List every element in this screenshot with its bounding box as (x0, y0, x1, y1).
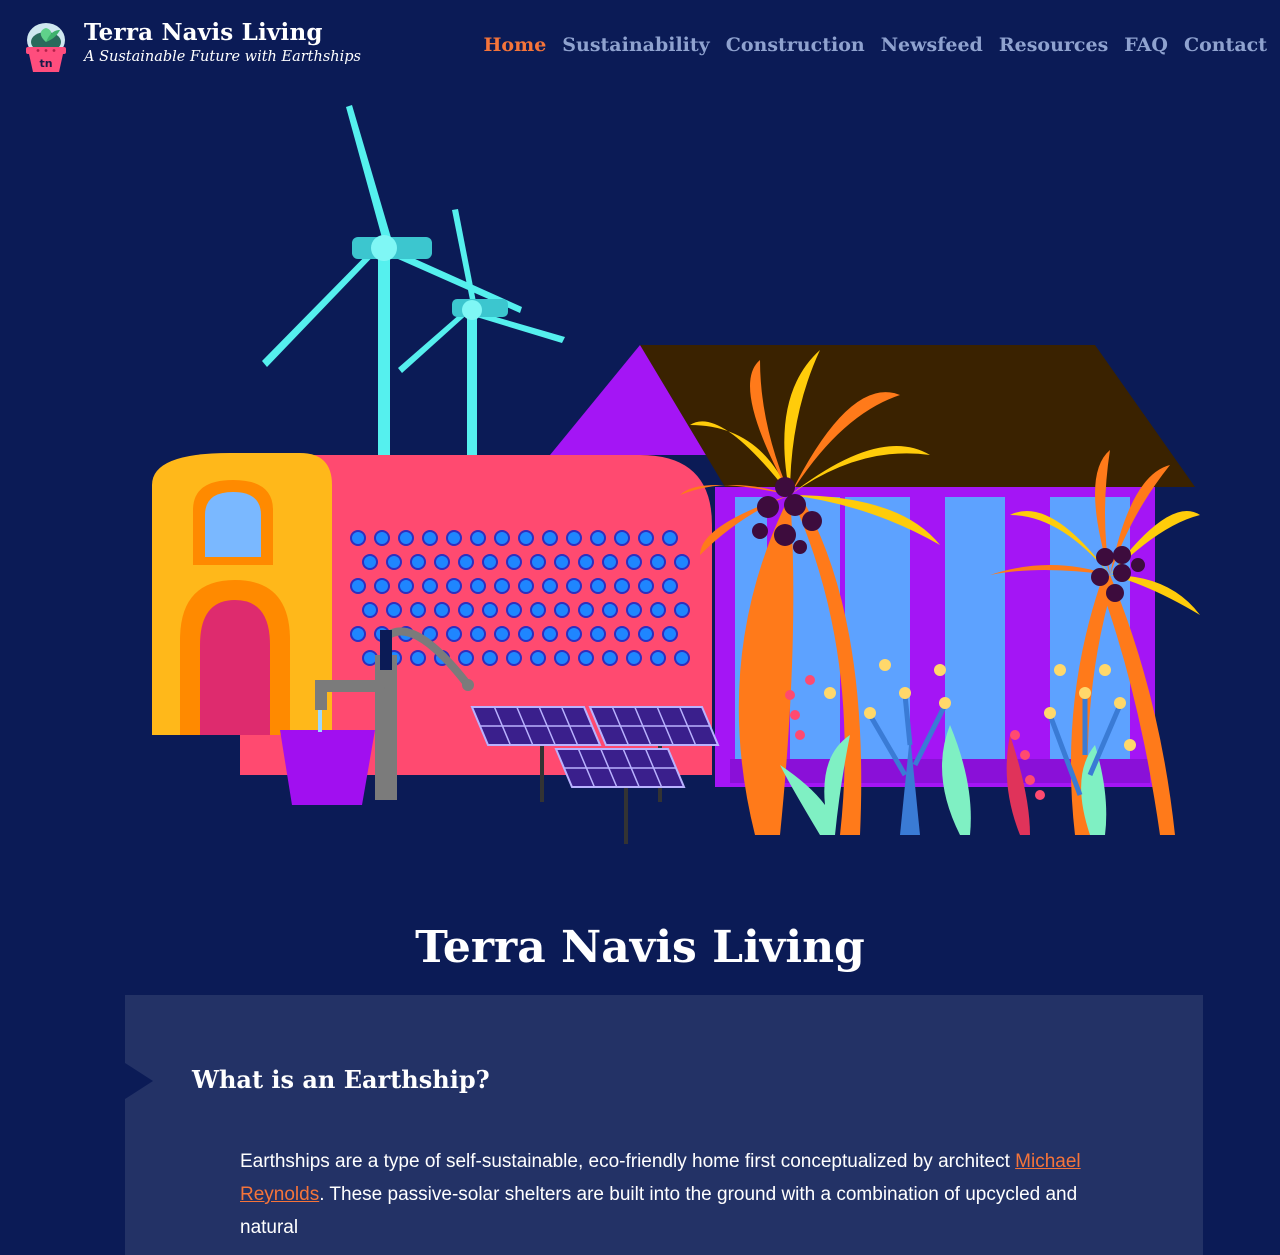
nav-resources[interactable]: Resources (999, 34, 1108, 56)
earthship-info-card: What is an Earthship? Earthships are a t… (125, 995, 1203, 1255)
section-body: Earthships are a type of self-sustainabl… (240, 1145, 1140, 1244)
site-title[interactable]: Terra Navis Living (84, 19, 323, 46)
wind-turbine (262, 105, 522, 455)
body-text-start: Earthships are a type of self-sustainabl… (240, 1151, 1016, 1172)
main-nav: Home Sustainability Construction Newsfee… (483, 34, 1267, 56)
nav-newsfeed[interactable]: Newsfeed (881, 34, 983, 56)
hero-illustration (0, 95, 1280, 855)
section-heading: What is an Earthship? (192, 1065, 490, 1094)
page-title: Terra Navis Living (415, 922, 865, 973)
body-text-end: . These passive-solar shelters are built… (240, 1184, 1078, 1238)
earthship-illustration (152, 105, 1200, 844)
nav-sustainability[interactable]: Sustainability (562, 34, 709, 56)
nav-contact[interactable]: Contact (1184, 34, 1267, 56)
site-tagline: A Sustainable Future with Earthships (84, 49, 361, 65)
site-header: tn Terra Navis Living A Sustainable Futu… (0, 0, 1280, 90)
logo-text: tn (39, 57, 52, 70)
nav-construction[interactable]: Construction (726, 34, 865, 56)
nav-home[interactable]: Home (483, 34, 546, 56)
planter-pot-icon[interactable]: tn (22, 20, 70, 74)
arch-entry (152, 453, 332, 735)
nav-faq[interactable]: FAQ (1124, 34, 1168, 56)
heading-notch (125, 1063, 153, 1099)
